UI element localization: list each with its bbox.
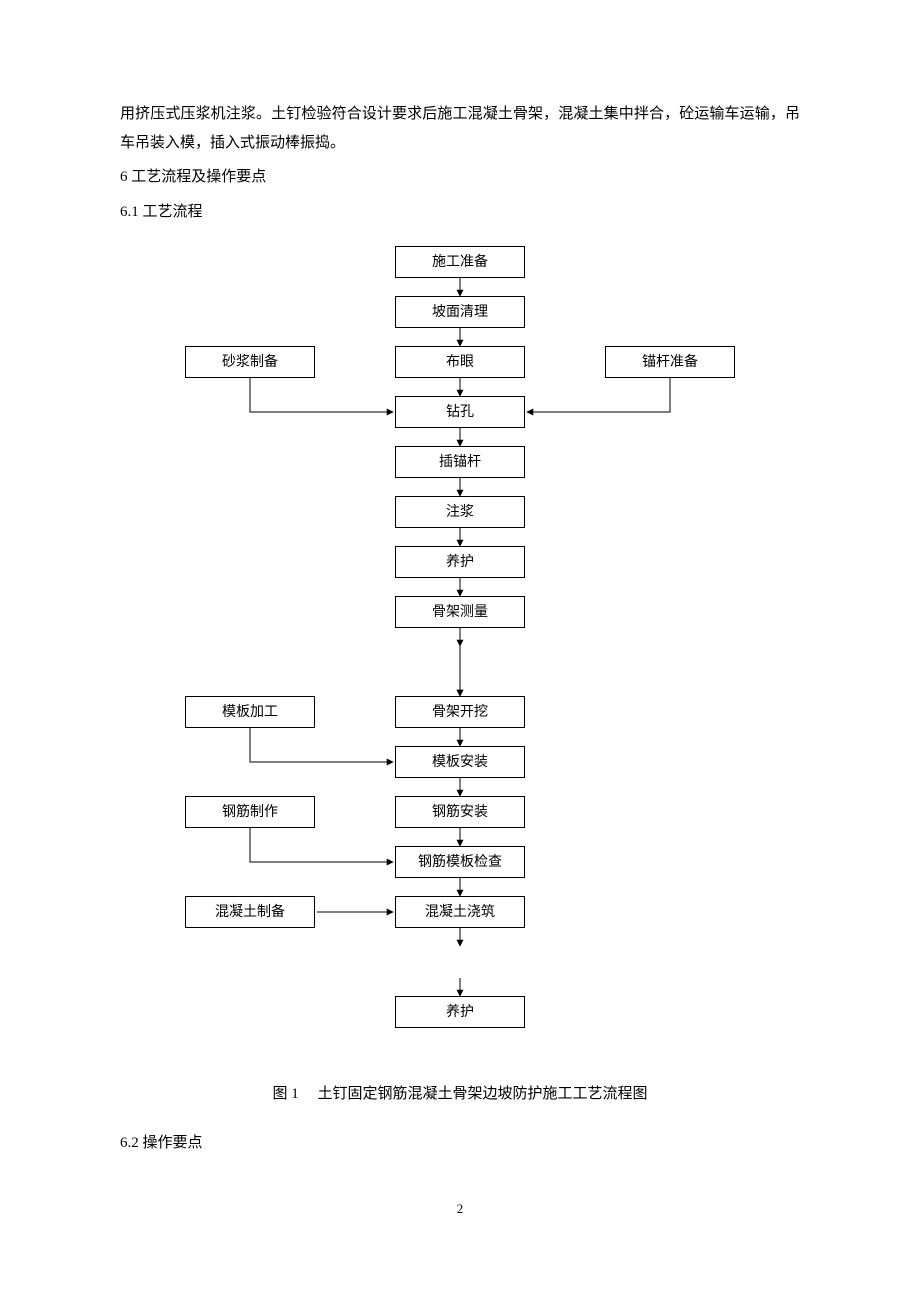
node-prep: 施工准备 [395, 246, 525, 278]
node-anchor-prep: 锚杆准备 [605, 346, 735, 378]
intro-paragraph: 用挤压式压浆机注浆。土钉检验符合设计要求后施工混凝土骨架，混凝土集中拌合，砼运输… [120, 100, 800, 157]
node-insert-anchor: 插锚杆 [395, 446, 525, 478]
node-rebar-fab: 钢筋制作 [185, 796, 315, 828]
node-curing-2: 养护 [395, 996, 525, 1028]
node-frame-excavate: 骨架开挖 [395, 696, 525, 728]
node-frame-survey: 骨架测量 [395, 596, 525, 628]
node-rebar-install: 钢筋安装 [395, 796, 525, 828]
figure-number: 图 1 [272, 1086, 298, 1102]
figure-title: 土钉固定钢筋混凝土骨架边坡防护施工工艺流程图 [318, 1086, 648, 1102]
node-mortar-prep: 砂浆制备 [185, 346, 315, 378]
node-rebar-form-check: 钢筋模板检查 [395, 846, 525, 878]
page-number: 2 [120, 1197, 800, 1222]
flowchart: 施工准备 坡面清理 布眼 砂浆制备 锚杆准备 钻孔 插锚杆 注浆 养护 骨架测量… [120, 236, 800, 1066]
heading-6-2: 6.2 操作要点 [120, 1129, 800, 1158]
figure-caption: 图 1 土钉固定钢筋混凝土骨架边坡防护施工工艺流程图 [120, 1080, 800, 1109]
heading-6: 6 工艺流程及操作要点 [120, 163, 800, 192]
node-curing-1: 养护 [395, 546, 525, 578]
heading-6-1: 6.1 工艺流程 [120, 198, 800, 227]
node-formwork-fab: 模板加工 [185, 696, 315, 728]
node-grouting: 注浆 [395, 496, 525, 528]
node-concrete-prep: 混凝土制备 [185, 896, 315, 928]
node-drill: 钻孔 [395, 396, 525, 428]
node-layout-holes: 布眼 [395, 346, 525, 378]
node-slope-clean: 坡面清理 [395, 296, 525, 328]
node-formwork-install: 模板安装 [395, 746, 525, 778]
node-concrete-pour: 混凝土浇筑 [395, 896, 525, 928]
